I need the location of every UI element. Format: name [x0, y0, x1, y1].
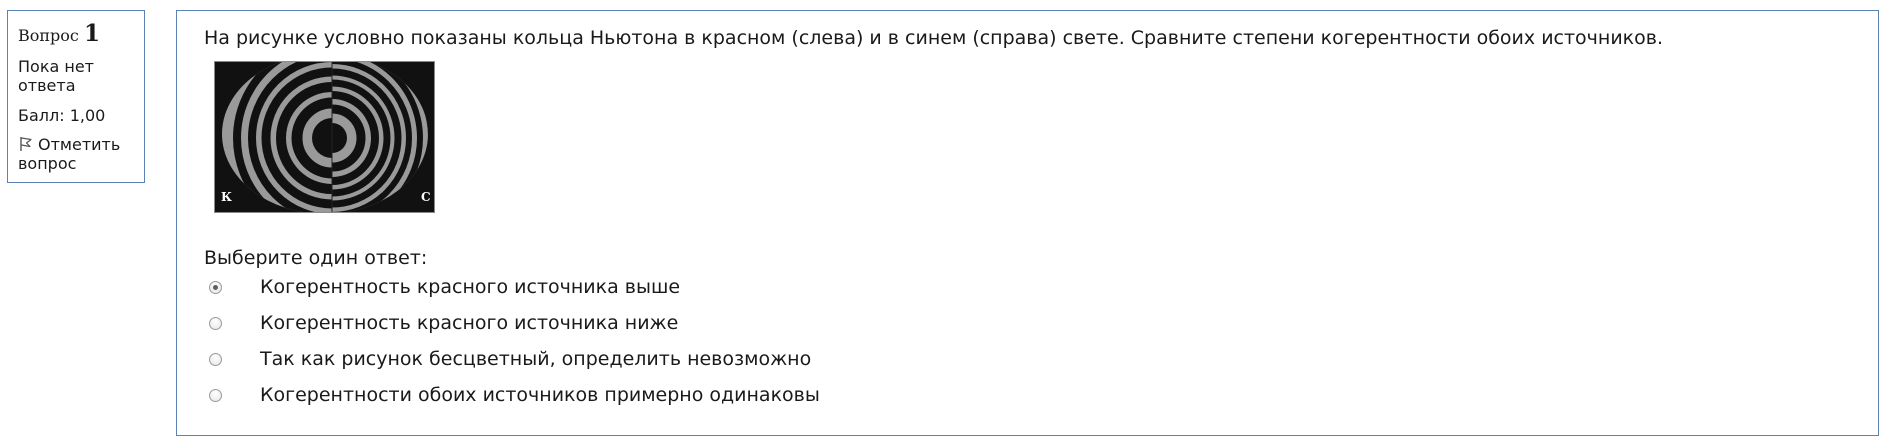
answer-label-4: Когерентности обоих источников примерно … — [260, 384, 820, 406]
question-prefix: Вопрос — [18, 26, 79, 45]
answer-radio-3[interactable] — [209, 353, 222, 366]
answer-list: Когерентность красного источника выше Ко… — [209, 277, 820, 421]
question-grade: Балл: 1,00 — [18, 106, 106, 125]
answer-option-4[interactable]: Когерентности обоих источников примерно … — [209, 385, 820, 421]
answer-option-1[interactable]: Когерентность красного источника выше — [209, 277, 820, 313]
answer-label-3: Так как рисунок бесцветный, определить н… — [260, 348, 812, 370]
newton-rings-figure: К С — [214, 61, 435, 213]
answer-label-2: Когерентность красного источника ниже — [260, 312, 679, 334]
figure-left-label: К — [221, 190, 232, 204]
answer-option-3[interactable]: Так как рисунок бесцветный, определить н… — [209, 349, 820, 385]
question-text: На рисунке условно показаны кольца Ньюто… — [204, 27, 1664, 49]
flag-question-button[interactable]: Отметить вопрос — [18, 135, 134, 173]
question-number-heading: Вопрос 1 — [18, 22, 134, 45]
question-state: Пока нет ответа — [18, 57, 94, 95]
answer-radio-1[interactable] — [209, 281, 222, 294]
answer-radio-2[interactable] — [209, 317, 222, 330]
answer-prompt: Выберите один ответ: — [204, 247, 428, 269]
figure-right-label: С — [421, 190, 431, 204]
question-info-panel: Вопрос 1 Пока нет ответа Балл: 1,00 Отме… — [7, 10, 145, 183]
question-content: На рисунке условно показаны кольца Ньюто… — [176, 10, 1879, 436]
question-number: 1 — [83, 20, 100, 47]
answer-radio-4[interactable] — [209, 389, 222, 402]
answer-label-1: Когерентность красного источника выше — [260, 276, 681, 298]
flag-icon — [18, 136, 34, 152]
answer-option-2[interactable]: Когерентность красного источника ниже — [209, 313, 820, 349]
